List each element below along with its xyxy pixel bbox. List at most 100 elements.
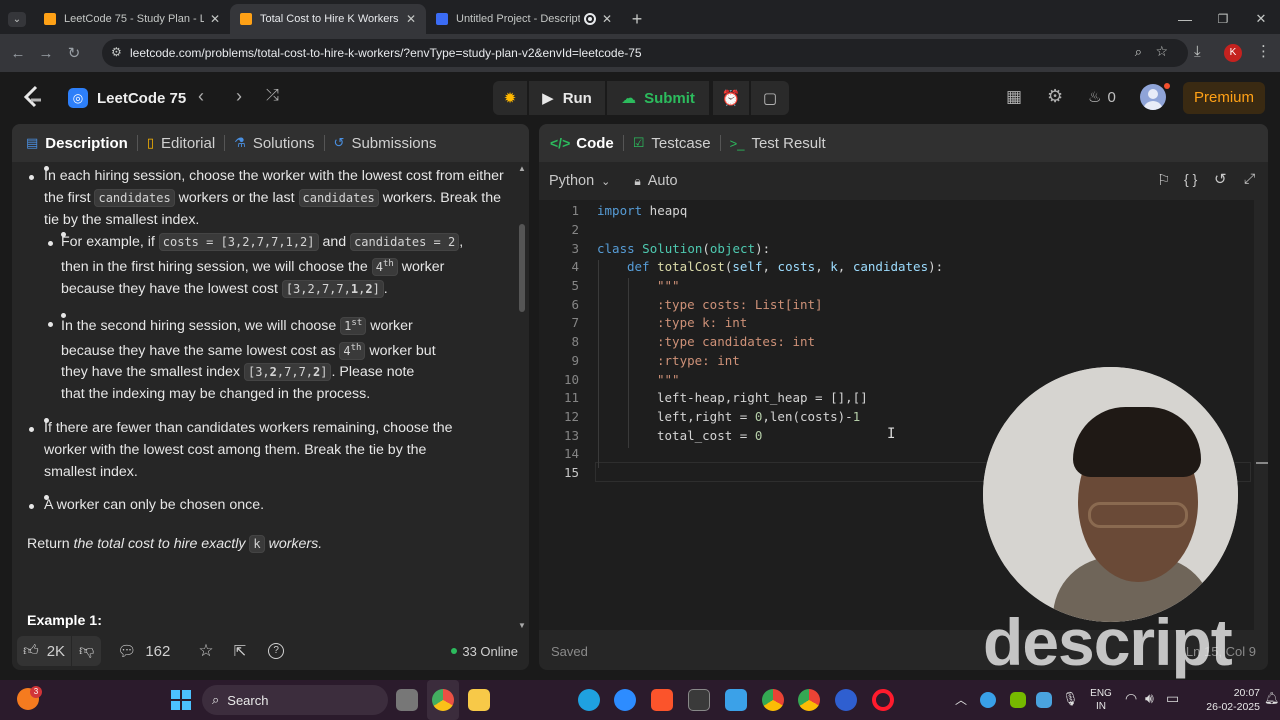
code-line: total_cost = 0 <box>657 428 763 443</box>
editor-toolbar: Python ⌄ 🔒︎ Auto ⚐ { } ↺ ⤢ <box>539 162 1268 200</box>
profile-avatar[interactable]: K <box>1224 44 1242 62</box>
back-arrow-icon[interactable]: ← <box>4 45 32 62</box>
next-problem-icon[interactable]: › <box>236 86 242 107</box>
timer-button[interactable]: ⏰ <box>713 81 749 115</box>
scroll-down-icon[interactable]: ▼ <box>518 621 526 630</box>
star-icon[interactable]: ☆ <box>198 641 213 661</box>
leetcode-logo-icon[interactable] <box>22 85 44 111</box>
line-number: 10 <box>563 372 579 387</box>
bookmark-icon[interactable]: ⚐ <box>1157 171 1170 189</box>
notes-button[interactable]: ▢ <box>751 81 789 115</box>
language-selector[interactable]: Python ⌄ <box>549 173 610 189</box>
code-line: :type costs: List[int] <box>657 297 823 312</box>
chrome-profile-icon-2[interactable] <box>798 689 820 711</box>
wifi-icon[interactable]: ◠ <box>1125 690 1137 707</box>
file-explorer-icon[interactable] <box>468 689 490 711</box>
comments-button[interactable]: 💬︎ 162 <box>117 642 170 661</box>
shuffle-icon[interactable]: ⤮ <box>266 87 279 105</box>
task-view-icon[interactable] <box>396 689 418 711</box>
notification-bell-icon[interactable]: 🔔︎ <box>1264 691 1279 705</box>
tab-search-button[interactable]: ⌄ <box>0 4 34 34</box>
help-icon[interactable]: ? <box>268 643 285 659</box>
tab-submissions[interactable]: ↺ Submissions <box>325 135 446 152</box>
notepad-icon[interactable] <box>725 689 747 711</box>
line-number: 5 <box>571 278 579 293</box>
code-line: """ <box>657 372 680 387</box>
tray-app-icon[interactable] <box>980 692 996 708</box>
debugger-button[interactable]: ✹ <box>493 81 527 115</box>
browser-tab-bar: ⌄ LeetCode 75 - Study Plan - Leet ✕ Tota… <box>0 0 1280 34</box>
security-shield-icon[interactable] <box>1036 692 1052 708</box>
reset-code-icon[interactable]: ↺ <box>1214 170 1227 188</box>
tab-editorial[interactable]: ▯ Editorial <box>138 135 224 152</box>
descript-watermark: descript <box>983 605 1233 679</box>
chevron-up-icon[interactable]: ︿ <box>955 691 967 708</box>
browser-tab-problem[interactable]: Total Cost to Hire K Workers - L ✕ <box>230 4 426 34</box>
tab-description[interactable]: ▤ Description <box>12 135 137 152</box>
share-icon[interactable]: ⇱ <box>234 642 247 660</box>
terminal-app-icon[interactable] <box>688 689 710 711</box>
prev-problem-icon[interactable]: ‹ <box>198 86 204 107</box>
zoom-icon[interactable]: ⌕ <box>1135 44 1142 60</box>
user-avatar[interactable] <box>1140 84 1166 110</box>
chrome-profile-icon[interactable] <box>762 689 784 711</box>
zoom-icon[interactable] <box>614 689 636 711</box>
maximize-button[interactable]: ❐ <box>1204 4 1242 34</box>
close-icon[interactable]: ✕ <box>602 12 612 26</box>
fullscreen-icon[interactable]: ⤢ <box>1244 170 1255 187</box>
bookmark-star-icon[interactable]: ☆ <box>1155 43 1168 60</box>
scroll-up-icon[interactable]: ▲ <box>518 164 526 173</box>
address-bar[interactable]: ⚙ leetcode.com/problems/total-cost-to-hi… <box>102 39 1188 67</box>
taskbar-search[interactable]: ⌕ Search <box>202 685 388 715</box>
run-button[interactable]: ▶ Run <box>529 81 605 115</box>
example-heading: Example 1: <box>27 612 102 629</box>
minimize-button[interactable]: — <box>1166 4 1204 34</box>
window-close-button[interactable]: ✕ <box>1242 4 1280 34</box>
leetcode-favicon-icon <box>240 13 252 25</box>
scrollbar-thumb[interactable] <box>1256 462 1268 464</box>
layout-grid-icon[interactable]: ▦ <box>1006 87 1022 107</box>
description-scrollbar[interactable]: ▲ ▼ <box>518 164 526 630</box>
close-icon[interactable]: ✕ <box>210 12 220 26</box>
browser-tab-descript[interactable]: Untitled Project - Descript ✕ <box>426 4 622 34</box>
volume-icon[interactable]: 🔊︎ <box>1145 690 1154 707</box>
opera-icon[interactable] <box>872 689 894 711</box>
battery-icon[interactable]: ▭ <box>1166 690 1179 707</box>
editor-scrollbar[interactable] <box>1254 200 1268 630</box>
streak-counter[interactable]: ♨ 0 <box>1088 88 1116 107</box>
close-icon[interactable]: ✕ <box>406 12 416 26</box>
nvidia-icon[interactable] <box>1010 692 1026 708</box>
browser-tab-study-plan[interactable]: LeetCode 75 - Study Plan - Leet ✕ <box>34 4 230 34</box>
scrollbar-thumb[interactable] <box>519 224 525 312</box>
dislike-button[interactable]: 👎︎ <box>72 636 102 666</box>
premium-button[interactable]: Premium <box>1183 82 1265 114</box>
brave-icon[interactable] <box>651 689 673 711</box>
tab-code[interactable]: </> Code <box>539 135 623 152</box>
format-code-icon[interactable]: { } <box>1184 171 1197 187</box>
like-button[interactable]: 👍︎ 2K <box>17 636 72 666</box>
auto-mode[interactable]: 🔒︎ Auto <box>634 173 677 189</box>
start-button[interactable] <box>171 690 191 710</box>
code-line: :type k: int <box>657 315 748 330</box>
study-plan-link[interactable]: ◎ LeetCode 75 <box>68 88 186 108</box>
clock[interactable]: 20:07 26-02-2025 <box>1180 686 1260 714</box>
reload-icon[interactable]: ↻ <box>60 44 88 62</box>
language-indicator[interactable]: ENG IN <box>1088 687 1114 713</box>
tab-test-result[interactable]: >_ Test Result <box>721 135 835 152</box>
settings-gear-icon[interactable]: ⚙ <box>1047 86 1063 107</box>
code-line: def totalCost(self, costs, k, candidates… <box>627 259 944 274</box>
whatsapp-icon[interactable] <box>835 689 857 711</box>
constraint-bullet: In each hiring session, choose the worke… <box>27 166 506 406</box>
tab-testcase[interactable]: ☑ Testcase <box>624 135 720 152</box>
site-info-icon[interactable]: ⚙ <box>111 45 122 59</box>
new-tab-button[interactable]: + <box>622 4 652 34</box>
forward-arrow-icon[interactable]: → <box>32 45 60 62</box>
more-menu-icon[interactable]: ⋮ <box>1256 42 1271 60</box>
checkbox-icon: ☑ <box>632 135 645 150</box>
tab-solutions[interactable]: ⚗ Solutions <box>225 135 323 152</box>
microphone-icon[interactable]: 🎙︎ <box>1062 691 1079 707</box>
download-icon[interactable]: ⤓ <box>1194 43 1201 60</box>
edge-icon[interactable] <box>578 689 600 711</box>
submit-button[interactable]: ☁ Submit <box>607 81 709 115</box>
line-number: 1 <box>571 203 579 218</box>
